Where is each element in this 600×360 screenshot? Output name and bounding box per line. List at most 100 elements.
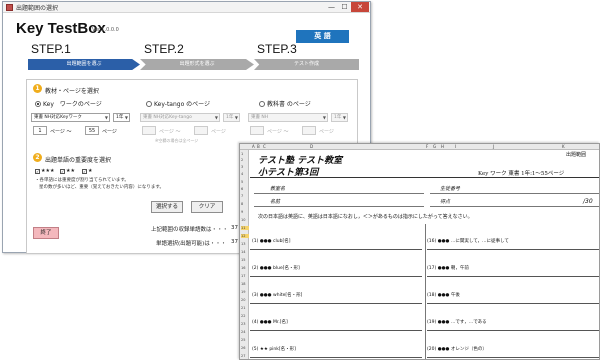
textbook-page-from[interactable] [250, 126, 264, 135]
check-three-star[interactable]: ✓ ★★★ [35, 168, 54, 174]
row-number: 26 [241, 346, 246, 350]
textbook-select[interactable]: 東書 NH ▼ [248, 113, 328, 122]
column-headers: A B C D F G H I J K [240, 144, 599, 150]
checkbox-checked-icon: ✓ [35, 168, 40, 174]
chevron-down-icon: ▼ [104, 115, 108, 120]
chevron-down-icon: ▼ [124, 115, 128, 120]
row-number: 6 [241, 187, 244, 191]
end-button[interactable]: 終了 [33, 227, 59, 239]
check-two-star[interactable]: ✓ ★★ [60, 168, 75, 174]
maximize-icon[interactable]: ☐ [338, 2, 351, 12]
row-number: 21 [241, 306, 246, 310]
workbook-info: Key ワーク 東書 1年:1～55ページ [478, 171, 565, 177]
checkbox-checked-icon: ✓ [60, 168, 65, 174]
textbook-page-unit: ページ [319, 129, 334, 135]
row-number: 12 [241, 234, 249, 238]
close-icon[interactable]: ✕ [351, 2, 369, 12]
question-20: (20) ●●● オレンジ（色の） [427, 347, 487, 352]
row-number: 25 [241, 338, 246, 342]
key-tango-grade-select[interactable]: 1年 ▼ [223, 113, 240, 122]
row-number: 24 [241, 330, 246, 334]
key-tango-page-from[interactable] [142, 126, 156, 135]
radio-selected-icon [35, 100, 41, 107]
question-18: (18) ●●● 午後 [427, 293, 460, 298]
total-words-label: 上記範囲の収録単語数は・・・ [151, 227, 229, 233]
chevron-down-icon: ▼ [214, 115, 218, 120]
row-number: 9 [241, 210, 244, 214]
row-number: 5 [241, 180, 244, 184]
window-titlebar: 出題範囲の選択 — ☐ ✕ [3, 2, 370, 13]
row-number: 13 [241, 242, 246, 246]
importance-note-2: 星の数が多いほど、重要（覚えておきたい内容）になります。 [39, 185, 164, 190]
total-words-value: 37 [231, 225, 238, 231]
row-number: 8 [241, 202, 244, 206]
key-work-page-to[interactable]: 55 [85, 126, 99, 135]
row-number: 4 [241, 172, 244, 176]
step3-bar: テスト作成 [254, 59, 359, 70]
textbook-grade-select[interactable]: 1年 ▼ [331, 113, 348, 122]
key-work-select[interactable]: 東書 NH対応Keyワーク ▼ [31, 113, 110, 122]
row-number: 20 [241, 298, 246, 302]
key-tango-select[interactable]: 東書 NH対応Key-tango ▼ [140, 113, 220, 122]
radio-empty-icon [259, 100, 265, 107]
radio-key-work[interactable]: Key ワークのページ [35, 99, 102, 108]
selected-words-label: 単語選択(出題可能)は・・・ [156, 241, 227, 247]
step2-title: STEP.2 [144, 42, 184, 56]
select-button[interactable]: 選択する [151, 201, 183, 213]
step2-bar: 出題形式を選ぶ [140, 59, 254, 70]
question-16: (16) ●●● …に関実して，…に従事して [427, 239, 509, 244]
row-headers: 1 2 3 4 5 6 7 8 9 10 11 12 13 14 15 16 17 18 19 20 21 22 23 24 2… [240, 150, 249, 359]
window-title: 出題範囲の選択 [16, 5, 59, 12]
section2-label: 出題単語の重要度を選択 [45, 157, 112, 164]
key-work-page-sep: ページ ～ [50, 129, 72, 135]
row-number: 22 [241, 314, 246, 318]
chevron-down-icon: ▼ [342, 115, 346, 120]
radio-empty-icon [146, 100, 152, 107]
row-number: 23 [241, 322, 246, 326]
key-work-grade-select[interactable]: 1年 ▼ [113, 113, 130, 122]
row-number: 10 [241, 218, 246, 222]
question-19: (19) ●●● …です，…である [427, 320, 487, 325]
key-tango-page-to[interactable] [194, 126, 208, 135]
clear-button[interactable]: クリア [191, 201, 223, 213]
row-number: 7 [241, 194, 244, 198]
subject-badge: 英 語 [296, 30, 349, 43]
row-number: 17 [241, 274, 246, 278]
check-one-star[interactable]: ✓ ★ [82, 168, 92, 174]
importance-note-1: ・各単語には重要度が割り当てられています。 [35, 178, 129, 183]
row-number: 1 [241, 152, 244, 156]
name-label: 名前 [270, 199, 281, 205]
question-5: (5) ★★ pink[名・形] [252, 347, 296, 352]
section2-number: 2 [33, 153, 42, 162]
key-work-page-from[interactable]: 1 [33, 126, 47, 135]
question-4: (4) ●●● Mr.[名] [252, 320, 288, 325]
chevron-down-icon: ▼ [322, 115, 326, 120]
textbook-page-sep: ページ ～ [267, 129, 289, 135]
key-tango-page-unit: ページ [211, 129, 226, 135]
row-number: 18 [241, 282, 246, 286]
question-17: (17) ●●● 朝，午前 [427, 266, 469, 271]
key-work-page-unit: ページ [102, 129, 117, 135]
step1-title: STEP.1 [31, 42, 71, 56]
radio-key-tango[interactable]: Key-tango のページ [146, 99, 210, 108]
question-2: (2) ●●● blue[名・形] [252, 266, 300, 271]
checkbox-checked-icon: ✓ [82, 168, 87, 174]
row-number: 2 [241, 158, 244, 162]
student-no-label: 生徒番号 [440, 186, 461, 192]
selected-words-value: 37 [231, 239, 238, 245]
key-tango-page-sep: ページ ～ [159, 129, 181, 135]
section1-label: 教材・ページを選択 [45, 88, 99, 95]
minimize-icon[interactable]: — [325, 2, 338, 12]
range-label: 出題範囲 [566, 152, 587, 158]
app-version: Ver.1.0.0.0 [92, 27, 119, 33]
score-total: /30 [583, 198, 593, 205]
radio-textbook[interactable]: 教科書 のページ [259, 99, 311, 108]
textbook-page-to[interactable] [302, 126, 316, 135]
row-number: 15 [241, 258, 246, 262]
app-icon [6, 4, 13, 11]
row-number: 16 [241, 266, 246, 270]
row-number: 11 [241, 226, 249, 230]
row-number: 14 [241, 250, 246, 254]
question-1: (1) ●●● club[名] [252, 239, 291, 244]
class-label: 教室名 [270, 186, 286, 192]
